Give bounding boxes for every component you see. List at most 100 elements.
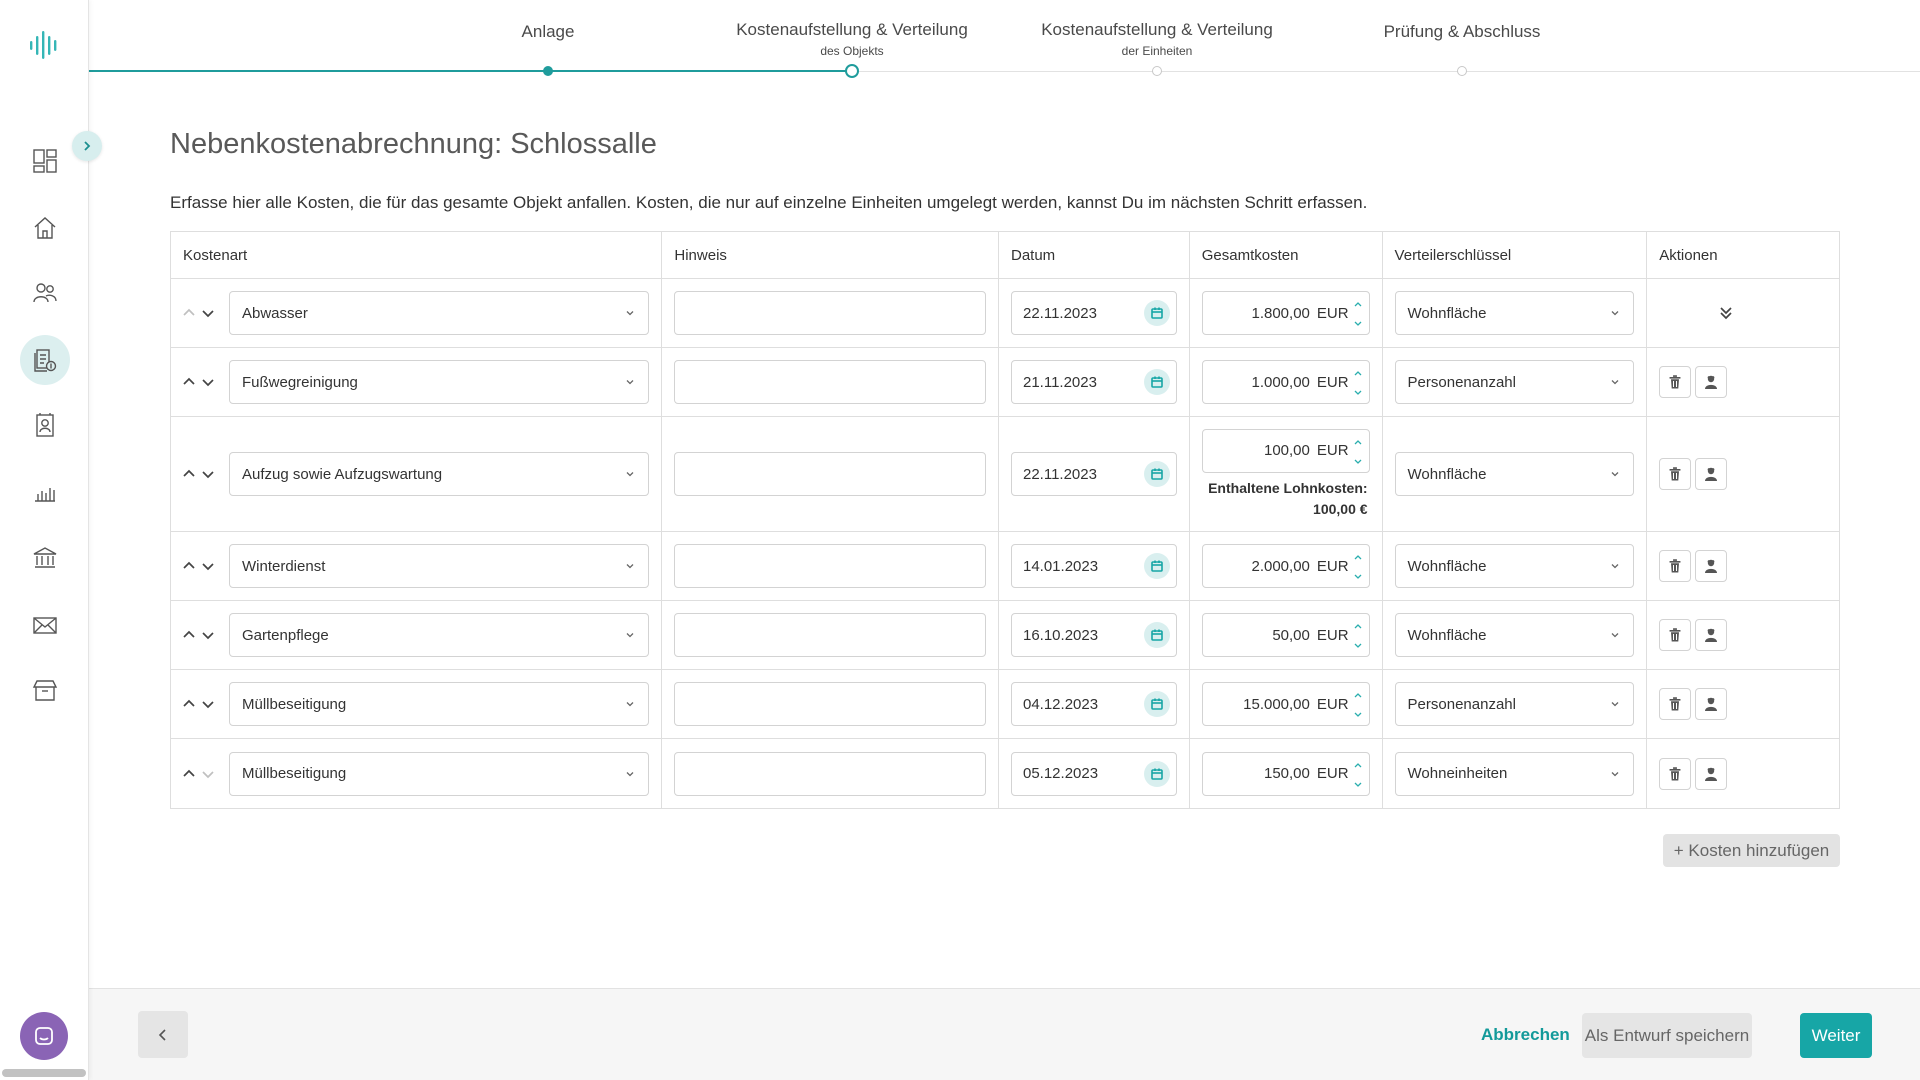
amount-input[interactable]: 100,00 EUR	[1201, 428, 1370, 473]
move-up-icon[interactable]	[181, 696, 197, 712]
assign-tenant-button[interactable]	[1695, 757, 1728, 790]
kostenart-select[interactable]: Müllbeseitigung	[229, 682, 650, 726]
step-sublabel: des Objekts	[820, 44, 884, 58]
contacts-icon[interactable]	[20, 400, 70, 450]
spinner-arrows-icon[interactable]	[1352, 369, 1364, 397]
billing-icon[interactable]	[20, 335, 70, 385]
move-down-icon[interactable]	[200, 627, 216, 643]
kostenart-select[interactable]: Abwasser	[229, 291, 650, 335]
move-down-icon[interactable]	[200, 696, 216, 712]
delete-button[interactable]	[1659, 366, 1692, 398]
hinweis-input[interactable]	[674, 613, 986, 657]
verteilerschluessel-select[interactable]: Personenanzahl	[1394, 360, 1635, 404]
verteilerschluessel-select[interactable]: Wohnfläche	[1394, 452, 1635, 496]
spinner-arrows-icon[interactable]	[1352, 300, 1364, 328]
spinner-arrows-icon[interactable]	[1352, 438, 1364, 466]
move-down-icon[interactable]	[200, 374, 216, 390]
double-chevron-down-icon[interactable]	[1718, 305, 1734, 321]
calendar-icon[interactable]	[1143, 691, 1170, 717]
step-anlage[interactable]: Anlage	[522, 22, 575, 42]
calendar-icon[interactable]	[1143, 622, 1170, 648]
step-kosten-einheiten[interactable]: Kostenaufstellung & Verteilung der Einhe…	[1041, 20, 1273, 58]
assign-tenant-button[interactable]	[1695, 458, 1728, 490]
assign-tenant-button[interactable]	[1695, 619, 1728, 651]
save-draft-button[interactable]: Als Entwurf speichern	[1582, 1013, 1752, 1058]
currency-label: EUR	[1316, 304, 1349, 322]
bars-logo-icon[interactable]	[28, 28, 62, 62]
delete-button[interactable]	[1659, 458, 1692, 490]
hinweis-input[interactable]	[674, 452, 986, 496]
hinweis-input[interactable]	[674, 751, 986, 796]
date-input[interactable]: 05.12.2023	[1010, 751, 1177, 796]
dashboard-icon[interactable]	[20, 136, 70, 186]
delete-button[interactable]	[1659, 688, 1692, 720]
amount-input[interactable]: 150,00 EUR	[1201, 751, 1370, 796]
date-input[interactable]: 04.12.2023	[1010, 682, 1177, 726]
add-cost-button[interactable]: + Kosten hinzufügen	[1663, 834, 1840, 867]
date-input[interactable]: 21.11.2023	[1010, 360, 1177, 404]
people-icon[interactable]	[20, 268, 70, 318]
reorder-arrows	[181, 305, 229, 321]
sidebar-expand-button[interactable]	[72, 131, 102, 161]
next-button[interactable]: Weiter	[1800, 1013, 1872, 1058]
expand-row-button[interactable]	[1659, 305, 1827, 321]
calendar-icon[interactable]	[1143, 760, 1170, 787]
verteilerschluessel-select[interactable]: Wohnfläche	[1394, 544, 1635, 588]
calendar-icon[interactable]	[1143, 553, 1170, 579]
step-kosten-objekt[interactable]: Kostenaufstellung & Verteilung des Objek…	[736, 20, 968, 58]
verteilerschluessel-select[interactable]: Wohneinheiten	[1394, 751, 1635, 796]
move-up-icon[interactable]	[181, 466, 197, 482]
mail-icon[interactable]	[20, 600, 70, 650]
date-input[interactable]: 22.11.2023	[1010, 452, 1177, 496]
kostenart-select[interactable]: Aufzug sowie Aufzugswartung	[229, 452, 650, 496]
bank-icon[interactable]	[20, 533, 70, 583]
move-up-icon[interactable]	[181, 766, 197, 782]
verteilerschluessel-select[interactable]: Wohnfläche	[1394, 613, 1635, 657]
date-input[interactable]: 14.01.2023	[1010, 544, 1177, 588]
move-up-icon[interactable]	[181, 558, 197, 574]
kostenart-select[interactable]: Müllbeseitigung	[229, 751, 650, 796]
bar-chart-icon[interactable]	[20, 467, 70, 517]
spinner-arrows-icon[interactable]	[1352, 622, 1364, 650]
delete-button[interactable]	[1659, 757, 1692, 790]
hinweis-input[interactable]	[674, 682, 986, 726]
kostenart-select[interactable]: Fußwegreinigung	[229, 360, 650, 404]
delete-button[interactable]	[1659, 619, 1692, 651]
date-input[interactable]: 16.10.2023	[1010, 613, 1177, 657]
archive-icon[interactable]	[20, 665, 70, 715]
amount-input[interactable]: 15.000,00 EUR	[1201, 682, 1370, 726]
move-up-icon[interactable]	[181, 627, 197, 643]
assign-tenant-button[interactable]	[1695, 366, 1728, 398]
back-button[interactable]	[138, 1011, 188, 1058]
date-input[interactable]: 22.11.2023	[1010, 291, 1177, 335]
step-pruefung[interactable]: Prüfung & Abschluss	[1384, 22, 1541, 42]
amount-input[interactable]: 50,00 EUR	[1201, 613, 1370, 657]
chat-button[interactable]	[20, 1012, 68, 1060]
amount-input[interactable]: 2.000,00 EUR	[1201, 544, 1370, 588]
kostenart-select[interactable]: Gartenpflege	[229, 613, 650, 657]
move-down-icon[interactable]	[200, 305, 216, 321]
amount-input[interactable]: 1.800,00 EUR	[1201, 291, 1370, 335]
calendar-icon[interactable]	[1143, 300, 1170, 326]
cancel-button[interactable]: Abbrechen	[1481, 1025, 1570, 1045]
spinner-arrows-icon[interactable]	[1352, 691, 1364, 719]
spinner-arrows-icon[interactable]	[1352, 553, 1364, 581]
verteilerschluessel-select[interactable]: Personenanzahl	[1394, 682, 1635, 726]
move-down-icon[interactable]	[200, 558, 216, 574]
assign-tenant-button[interactable]	[1695, 688, 1728, 720]
hinweis-input[interactable]	[674, 291, 986, 335]
horizontal-scrollbar[interactable]	[2, 1069, 86, 1077]
move-down-icon[interactable]	[200, 466, 216, 482]
move-up-icon[interactable]	[181, 374, 197, 390]
calendar-icon[interactable]	[1143, 461, 1170, 487]
delete-button[interactable]	[1659, 550, 1692, 582]
home-icon[interactable]	[20, 203, 70, 253]
calendar-icon[interactable]	[1143, 369, 1170, 395]
hinweis-input[interactable]	[674, 360, 986, 404]
hinweis-input[interactable]	[674, 544, 986, 588]
kostenart-select[interactable]: Winterdienst	[229, 544, 650, 588]
spinner-arrows-icon[interactable]	[1352, 761, 1364, 789]
assign-tenant-button[interactable]	[1695, 550, 1728, 582]
verteilerschluessel-select[interactable]: Wohnfläche	[1394, 291, 1635, 335]
amount-input[interactable]: 1.000,00 EUR	[1201, 360, 1370, 404]
